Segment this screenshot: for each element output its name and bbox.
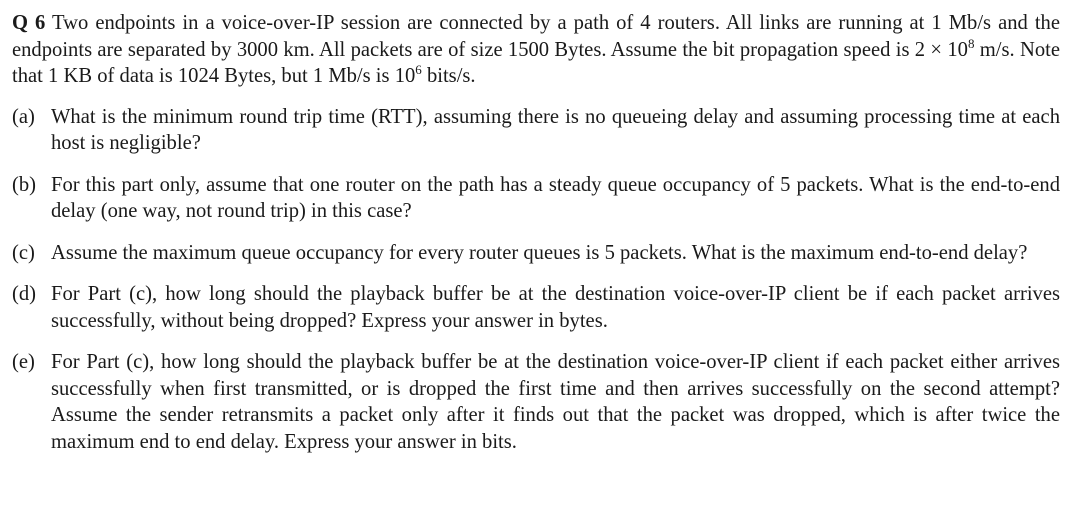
question-parts-list: (a) What is the minimum round trip time … — [12, 104, 1060, 456]
intro-text-3: bits/s. — [421, 65, 476, 87]
part-label: (c) — [12, 241, 35, 264]
part-label: (b) — [12, 173, 37, 196]
question-intro: Q 6 Two endpoints in a voice-over-IP ses… — [12, 10, 1060, 90]
part-text: For Part (c), how long should the playba… — [51, 351, 1060, 453]
part-text: Assume the maximum queue occupancy for e… — [51, 241, 1028, 264]
part-text: For this part only, assume that one rout… — [51, 173, 1060, 223]
part-label: (a) — [12, 105, 35, 128]
question-part-c: (c) Assume the maximum queue occupancy f… — [12, 240, 1060, 267]
part-label: (e) — [12, 351, 35, 373]
question-part-e: (e) For Part (c), how long should the pl… — [12, 349, 1060, 455]
part-label: (d) — [12, 283, 37, 305]
part-text: What is the minimum round trip time (RTT… — [51, 105, 1060, 155]
question-part-b: (b) For this part only, assume that one … — [12, 172, 1060, 225]
question-number: Q 6 — [12, 12, 46, 34]
question-part-d: (d) For Part (c), how long should the pl… — [12, 281, 1060, 334]
part-text: For Part (c), how long should the playba… — [51, 283, 1060, 332]
question-part-a: (a) What is the minimum round trip time … — [12, 104, 1060, 157]
intro-text-1: Two endpoints in a voice-over-IP session… — [12, 12, 1060, 61]
document-page: Q 6 Two endpoints in a voice-over-IP ses… — [0, 0, 1080, 509]
